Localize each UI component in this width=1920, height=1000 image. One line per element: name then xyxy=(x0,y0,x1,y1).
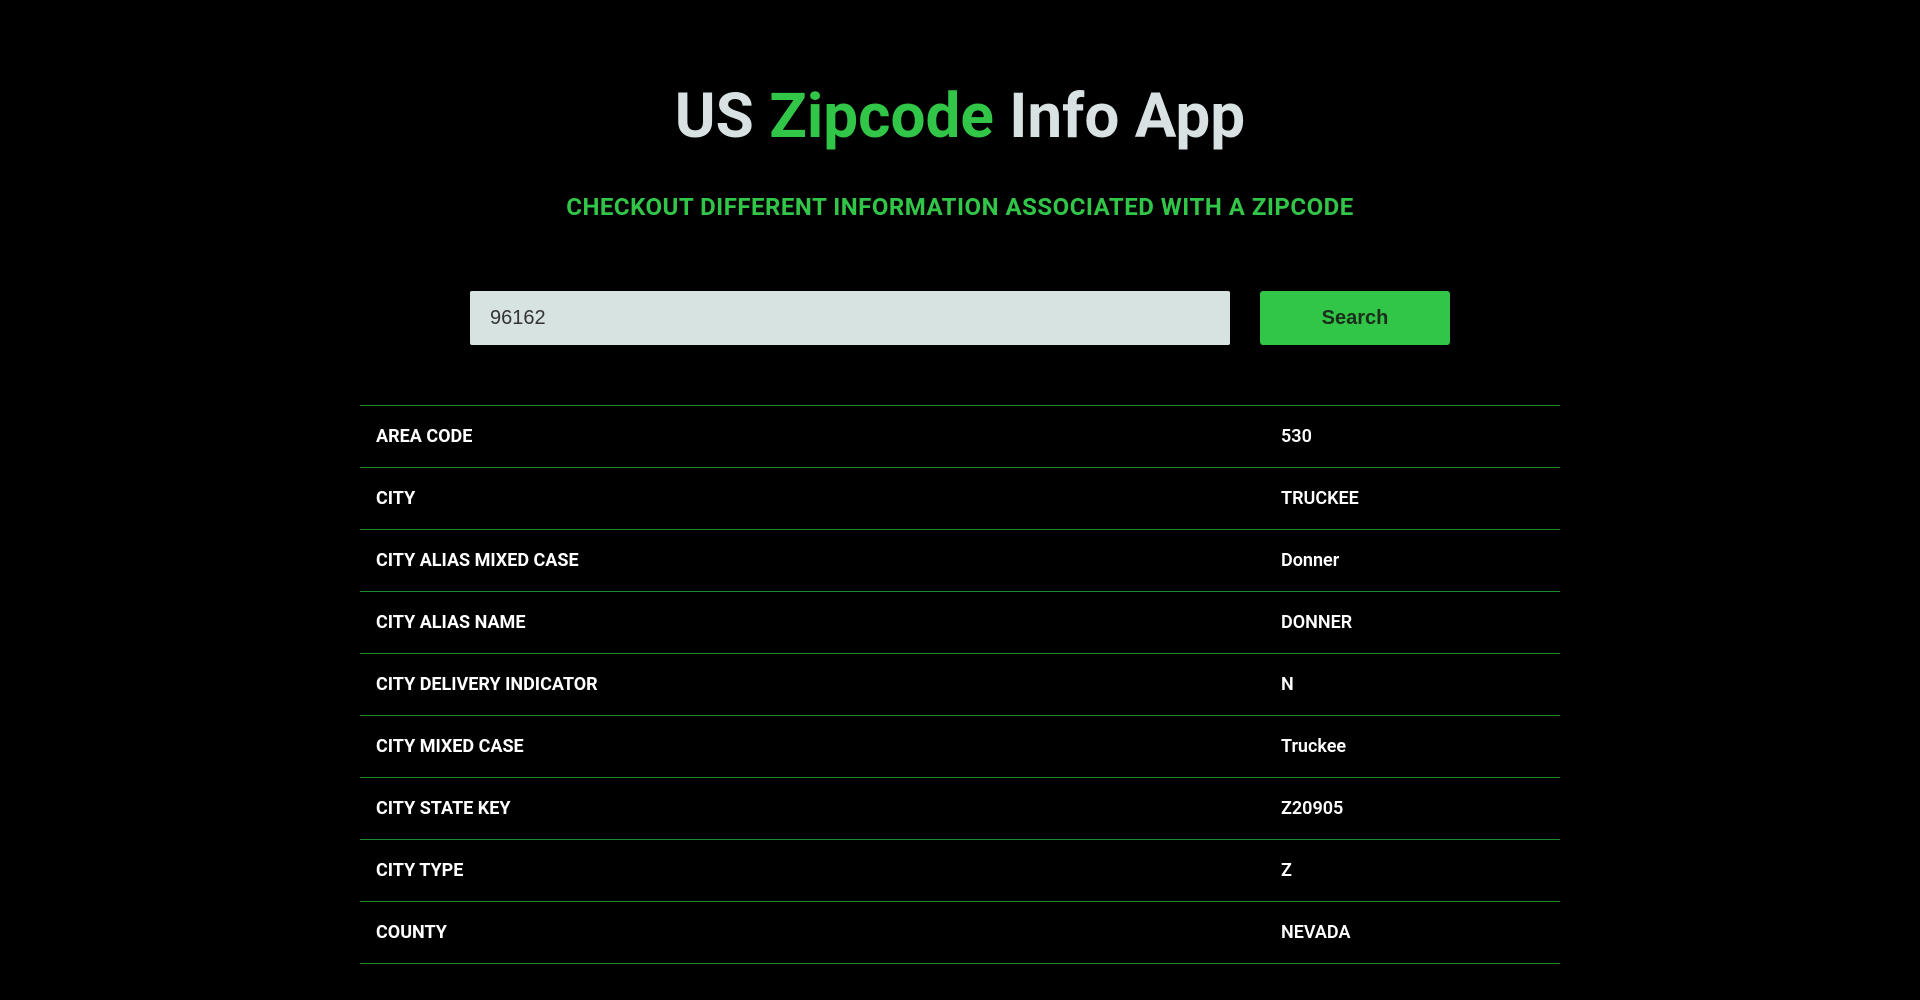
row-value: TRUCKEE xyxy=(1281,488,1544,509)
search-button[interactable]: Search xyxy=(1260,291,1450,345)
table-row: COUNTYNEVADA xyxy=(360,901,1560,964)
row-label: CITY ALIAS NAME xyxy=(376,612,1281,633)
title-highlight: Zipcode xyxy=(769,80,994,153)
page-subtitle: CHECKOUT DIFFERENT INFORMATION ASSOCIATE… xyxy=(360,193,1560,221)
zipcode-input[interactable] xyxy=(470,291,1230,345)
row-value: DONNER xyxy=(1281,612,1544,633)
row-value: Z xyxy=(1281,860,1544,881)
row-label: CITY ALIAS MIXED CASE xyxy=(376,550,1281,571)
row-label: CITY TYPE xyxy=(376,860,1281,881)
table-row: CITY MIXED CASETruckee xyxy=(360,715,1560,777)
title-part2: Info App xyxy=(994,80,1245,153)
row-label: CITY MIXED CASE xyxy=(376,736,1281,757)
row-label: CITY DELIVERY INDICATOR xyxy=(376,674,1281,695)
table-row: CITY TYPEZ xyxy=(360,839,1560,901)
table-row: CITYTRUCKEE xyxy=(360,467,1560,529)
table-row: CITY STATE KEYZ20905 xyxy=(360,777,1560,839)
table-row: CITY DELIVERY INDICATORN xyxy=(360,653,1560,715)
page-title: US Zipcode Info App xyxy=(360,80,1560,153)
table-row: CITY ALIAS NAMEDONNER xyxy=(360,591,1560,653)
row-value: Z20905 xyxy=(1281,798,1544,819)
search-row: Search xyxy=(360,291,1560,345)
row-value: NEVADA xyxy=(1281,922,1544,943)
row-value: Truckee xyxy=(1281,736,1544,757)
table-row: AREA CODE530 xyxy=(360,405,1560,467)
row-value: 530 xyxy=(1281,426,1544,447)
row-label: COUNTY xyxy=(376,922,1281,943)
row-label: CITY STATE KEY xyxy=(376,798,1281,819)
row-value: Donner xyxy=(1281,550,1544,571)
row-label: CITY xyxy=(376,488,1281,509)
table-row: CITY ALIAS MIXED CASEDonner xyxy=(360,529,1560,591)
row-label: AREA CODE xyxy=(376,426,1281,447)
title-part1: US xyxy=(675,80,769,153)
row-value: N xyxy=(1281,674,1544,695)
results-table: AREA CODE530CITYTRUCKEECITY ALIAS MIXED … xyxy=(360,405,1560,964)
